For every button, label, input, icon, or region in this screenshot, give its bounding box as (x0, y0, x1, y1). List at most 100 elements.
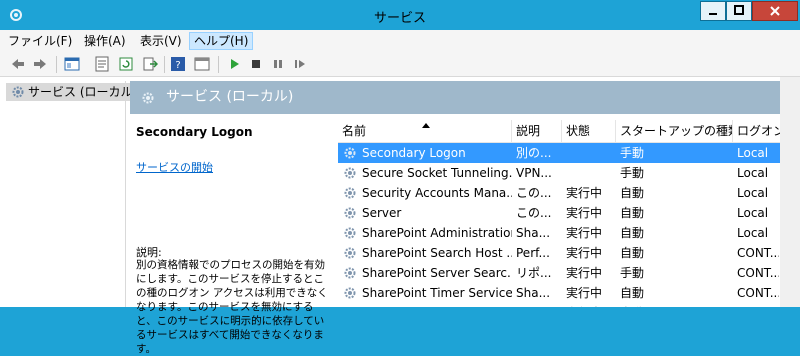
gear-icon (344, 147, 356, 159)
service-name-cell: Secondary Logon (362, 146, 466, 160)
sort-ascending-icon (422, 123, 430, 128)
console-tree-icon[interactable] (64, 56, 80, 72)
service-logon-cell: CONT... (737, 286, 779, 300)
tree-item-services-local[interactable]: サービス (ローカル) (6, 83, 144, 101)
service-name-cell: SharePoint Search Host ... (362, 246, 512, 260)
service-logon-cell: CONT... (737, 246, 779, 260)
column-header-startup[interactable]: スタートアップの種類 (616, 120, 733, 142)
service-startup-cell: 自動 (620, 186, 645, 200)
menu-view[interactable]: 表示(V) (136, 32, 186, 50)
services-list: 名前 説明 状態 スタートアップの種類 ログオン Secondary Logon… (338, 117, 780, 307)
service-row[interactable]: Security Accounts Mana... この... 実行中 自動 Local (338, 183, 780, 203)
properties-icon[interactable] (94, 56, 110, 72)
service-status-cell: 実行中 (566, 206, 603, 220)
service-logon-cell: Local (737, 166, 769, 180)
service-status-cell: 実行中 (566, 266, 603, 280)
service-logon-cell: CONT... (737, 266, 779, 280)
console-tree: サービス (ローカル) (4, 81, 144, 307)
service-detail-pane: Secondary Logon サービスの開始 説明: 別の資格情報でのプロセス… (130, 117, 340, 355)
menu-action[interactable]: 操作(A) (80, 32, 130, 50)
service-name-cell: Security Accounts Mana... (362, 186, 512, 200)
forward-icon[interactable] (32, 56, 48, 72)
service-name-cell: SharePoint Administration (362, 226, 512, 240)
service-description-cell: この... (516, 206, 552, 220)
maximize-button[interactable] (726, 1, 752, 21)
menu-bar: ファイル(F) 操作(A) 表示(V) ヘルプ(H) (0, 30, 800, 52)
service-name-cell: SharePoint Timer Service (362, 286, 512, 300)
service-row[interactable]: SharePoint Server Searc... リポ... 実行中 手動 CONT… (338, 263, 780, 283)
service-startup-cell: 自動 (620, 246, 645, 260)
gear-icon (344, 247, 356, 259)
service-status-cell: 実行中 (566, 286, 603, 300)
help-icon[interactable]: ? (170, 56, 186, 72)
gear-icon (142, 92, 154, 104)
column-header-status[interactable]: 状態 (562, 120, 616, 142)
toolbar: ? (0, 52, 800, 77)
service-startup-cell: 自動 (620, 226, 645, 240)
service-status-cell: 実行中 (566, 226, 603, 240)
back-icon[interactable] (10, 56, 26, 72)
close-icon (770, 6, 780, 16)
service-description-cell: トレ... (516, 303, 560, 307)
view-icon[interactable] (194, 56, 210, 72)
service-name-heading: Secondary Logon (136, 125, 253, 139)
service-description-cell: 別の... (516, 146, 552, 160)
gear-icon (12, 86, 24, 98)
service-status-cell: 実行中 (566, 303, 614, 307)
gear-icon (344, 187, 356, 199)
main-area: サービス (ローカル) サービス (ローカル) Secondary Logon … (0, 77, 800, 355)
svg-text:?: ? (175, 60, 180, 71)
start-service-link[interactable]: サービスの開始 (136, 159, 213, 175)
minimize-icon (709, 13, 717, 15)
column-header-logon[interactable]: ログオン (733, 120, 780, 142)
service-description-cell: リポ... (516, 266, 552, 280)
service-row[interactable]: Secondary Logon 別の... 手動 Local (338, 143, 780, 163)
service-description-cell: Sha... (516, 286, 551, 300)
service-status-cell (566, 143, 614, 163)
service-startup-cell: 自動 (620, 303, 730, 307)
maximize-icon (734, 5, 744, 15)
service-row[interactable]: SharePoint Administration Sha... 実行中 自動 Loca… (338, 223, 780, 243)
gear-icon (344, 207, 356, 219)
column-header-row: 名前 説明 状態 スタートアップの種類 ログオン (338, 120, 780, 143)
close-button[interactable] (752, 1, 798, 21)
menu-file[interactable]: ファイル(F) (4, 32, 76, 50)
service-logon-cell: Local (737, 226, 769, 240)
services-header-band: サービス (ローカル) (130, 81, 780, 114)
service-startup-cell: 手動 (620, 146, 645, 160)
play-icon[interactable] (226, 56, 242, 72)
pause-icon[interactable] (270, 56, 286, 72)
service-row[interactable]: Secure Socket Tunneling... VPN... 手動 Local (338, 163, 780, 183)
gear-icon (344, 287, 356, 299)
export-icon[interactable] (142, 56, 158, 72)
service-startup-cell: 手動 (620, 266, 645, 280)
service-name-cell: SharePoint Server Searc... (362, 266, 512, 280)
service-name-cell: Server (362, 206, 402, 220)
service-description-cell: この... (516, 186, 552, 200)
menu-help[interactable]: ヘルプ(H) (189, 32, 254, 50)
service-logon-cell: Local (737, 206, 769, 220)
services-header-title: サービス (ローカル) (166, 89, 294, 105)
column-header-description[interactable]: 説明 (512, 120, 562, 142)
window-title: サービス (373, 11, 426, 26)
service-description-cell: Perf... (516, 246, 550, 260)
service-row[interactable]: Server この... 実行中 自動 Local (338, 203, 780, 223)
service-description: 別の資格情報でのプロセスの開始を有効にします。このサービスを停止するとこの種のロ… (136, 259, 328, 355)
stop-icon[interactable] (248, 56, 264, 72)
service-logon-cell: Local (737, 186, 769, 200)
gear-icon (344, 267, 356, 279)
refresh-icon[interactable] (118, 56, 134, 72)
restart-icon[interactable] (292, 56, 308, 72)
service-name-cell: SharePoint Tracing Service (362, 303, 512, 307)
title-bar: サービス (0, 0, 800, 30)
service-logon-cell: Local (737, 303, 779, 307)
service-status-cell: 実行中 (566, 246, 603, 260)
gear-icon (344, 167, 356, 179)
service-name-cell: Secure Socket Tunneling... (362, 166, 512, 180)
service-startup-cell: 手動 (620, 166, 645, 180)
service-row[interactable]: SharePoint Tracing Service トレ... 実行中 自動 Loca… (338, 303, 780, 307)
minimize-button[interactable] (700, 1, 726, 21)
service-row[interactable]: SharePoint Search Host ... Perf... 実行中 自動 CO… (338, 243, 780, 263)
service-row[interactable]: SharePoint Timer Service Sha... 実行中 自動 CONT.… (338, 283, 780, 303)
window-scrollbar[interactable] (780, 77, 800, 307)
